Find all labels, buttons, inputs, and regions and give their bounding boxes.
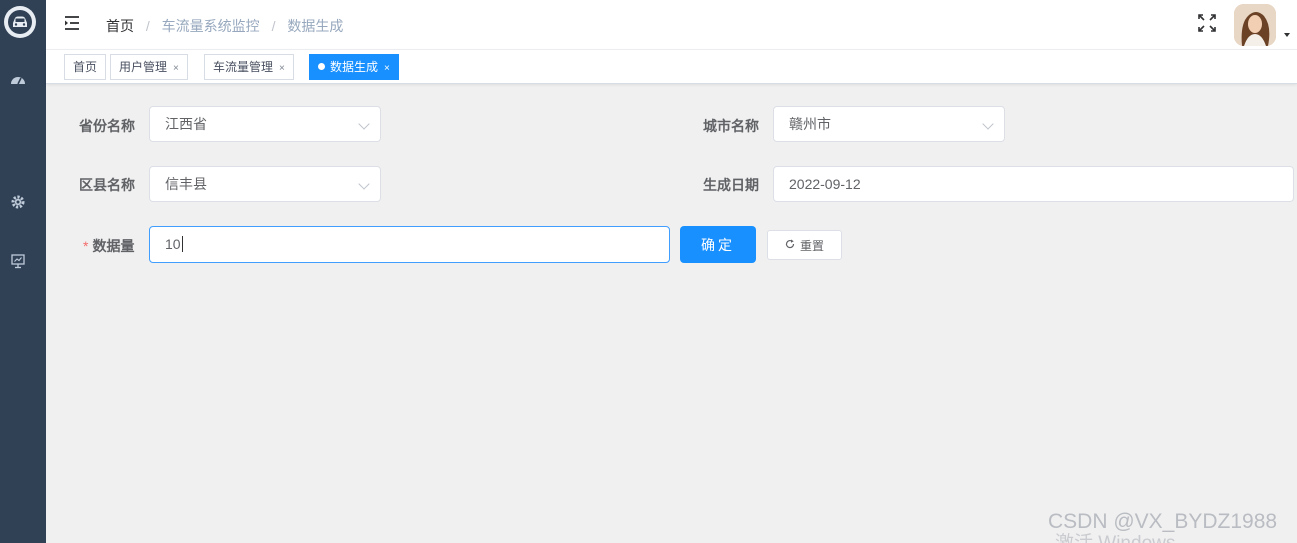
count-label: * 数据量 [83,236,134,256]
tag-data-generation[interactable]: 数据生成 × [309,54,399,80]
breadcrumb: 首页 / 车流量系统监控 / 数据生成 [106,16,343,36]
avatar[interactable] [1234,4,1276,46]
close-icon[interactable]: × [279,63,285,74]
date-picker[interactable]: 2022-09-12 [773,166,1294,202]
city-value: 赣州市 [789,116,831,132]
refresh-icon [785,239,795,252]
date-label: 生成日期 [703,177,759,193]
province-label: 省份名称 [79,118,135,134]
chevron-down-icon [358,118,370,130]
tag-user-management[interactable]: 用户管理 × [110,54,188,80]
navbar: 首页 / 车流量系统监控 / 数据生成 [46,0,1297,50]
city-label: 城市名称 [703,118,759,134]
breadcrumb-current: 数据生成 [287,18,344,34]
district-label: 区县名称 [79,177,135,193]
province-select[interactable]: 江西省 [149,106,381,142]
tags-view: 首页 用户管理 × 车流量管理 × 数据生成 × [46,50,1297,84]
reset-button[interactable]: 重置 [767,230,842,260]
count-value: 10 [165,236,181,252]
fullscreen-icon[interactable] [1196,12,1218,34]
dashboard-icon[interactable] [9,70,27,88]
gear-icon[interactable] [9,193,27,211]
chevron-down-icon [982,118,994,130]
sidebar [0,0,46,543]
tag-label: 用户管理 [119,60,168,74]
tag-label: 数据生成 [330,60,379,74]
required-mark: * [83,238,89,254]
breadcrumb-separator: / [145,18,150,34]
district-value: 信丰县 [165,176,207,192]
tag-home[interactable]: 首页 [64,54,107,80]
active-dot-icon [318,63,325,70]
reset-label: 重置 [799,238,824,253]
chevron-down-icon [358,178,370,190]
district-select[interactable]: 信丰县 [149,166,381,202]
close-icon[interactable]: × [384,63,390,74]
car-logo-icon[interactable] [4,6,36,38]
breadcrumb-home[interactable]: 首页 [106,18,134,34]
city-select[interactable]: 赣州市 [773,106,1005,142]
confirm-label: 确定 [701,236,735,253]
tag-label: 车流量管理 [213,60,274,74]
monitor-icon[interactable] [9,252,27,270]
province-value: 江西省 [165,116,207,132]
date-value: 2022-09-12 [789,176,861,192]
breadcrumb-system: 车流量系统监控 [161,18,260,34]
tag-traffic-management[interactable]: 车流量管理 × [204,54,294,80]
confirm-button[interactable]: 确定 [680,226,756,263]
text-cursor [181,236,183,252]
count-label-text: 数据量 [92,238,135,254]
breadcrumb-separator: / [271,18,276,34]
chevron-down-icon[interactable] [1284,33,1290,37]
count-input[interactable]: 10 [149,226,670,263]
tag-label: 首页 [73,60,98,74]
csdn-watermark: CSDN @VX_BYDZ1988 [1048,510,1278,533]
close-icon[interactable]: × [173,63,179,74]
hamburger-icon[interactable] [62,14,82,32]
